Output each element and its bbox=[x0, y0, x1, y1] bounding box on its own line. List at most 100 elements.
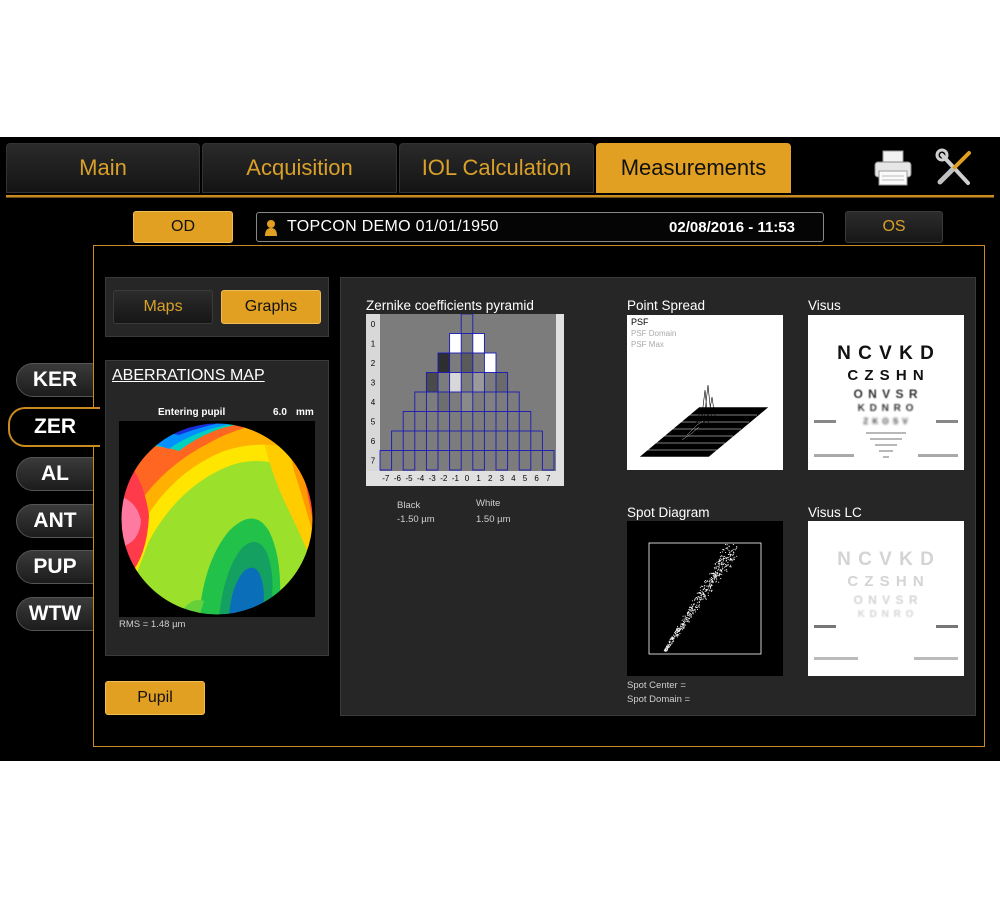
spot-ray bbox=[708, 589, 710, 591]
spot-ray bbox=[681, 627, 683, 629]
spot-ray bbox=[716, 565, 718, 567]
tab-measurements[interactable]: Measurements bbox=[596, 143, 791, 193]
spot-ray bbox=[727, 558, 729, 560]
spot-ray bbox=[693, 599, 696, 601]
zernike-row-label: 0 bbox=[371, 320, 376, 329]
zernike-cell bbox=[437, 352, 451, 373]
sidenav-al[interactable]: AL bbox=[16, 457, 94, 491]
spot-ray bbox=[690, 616, 693, 618]
spot-ray bbox=[721, 561, 723, 563]
spot-ray bbox=[733, 553, 735, 555]
zernike-cell bbox=[460, 391, 474, 412]
point-spread-title: Point Spread bbox=[627, 298, 706, 313]
spot-ray bbox=[711, 590, 713, 592]
spot-ray bbox=[728, 550, 730, 552]
visus-bar-left bbox=[814, 420, 836, 423]
spot-ray bbox=[687, 613, 689, 615]
spot-ray bbox=[703, 581, 706, 583]
spot-ray bbox=[666, 650, 668, 652]
spot-ray bbox=[731, 558, 733, 560]
tools-icon[interactable] bbox=[934, 147, 976, 189]
spot-ray bbox=[716, 573, 718, 575]
spot-ray bbox=[718, 566, 720, 568]
spot-ray bbox=[715, 571, 717, 574]
spot-ray bbox=[710, 572, 712, 574]
spot-ray bbox=[725, 557, 728, 559]
sidenav-pup[interactable]: PUP bbox=[16, 550, 94, 584]
tab-acquisition[interactable]: Acquisition bbox=[202, 143, 397, 193]
spot-ray bbox=[719, 552, 721, 554]
spot-ray bbox=[667, 645, 669, 647]
spot-ray bbox=[707, 594, 709, 597]
graphs-button[interactable]: Graphs bbox=[221, 290, 321, 324]
spot-ray bbox=[699, 598, 701, 600]
spot-ray bbox=[717, 575, 719, 577]
zernike-row-label: 5 bbox=[371, 418, 376, 427]
visus-lc-bar-left bbox=[814, 625, 836, 628]
maps-button[interactable]: Maps bbox=[113, 290, 213, 324]
spot-ray bbox=[707, 592, 709, 594]
spot-ray bbox=[677, 629, 679, 631]
sidenav-zer[interactable]: ZER bbox=[8, 407, 100, 447]
spot-ray bbox=[691, 606, 693, 608]
spot-ray bbox=[698, 596, 700, 598]
spot-ray bbox=[701, 597, 703, 599]
tab-iol-calculation[interactable]: IOL Calculation bbox=[399, 143, 594, 193]
sidenav-wtw[interactable]: WTW bbox=[16, 597, 94, 631]
spot-ray bbox=[706, 585, 708, 587]
spot-ray bbox=[671, 642, 673, 645]
spot-ray bbox=[709, 578, 711, 580]
spot-ray bbox=[699, 586, 701, 588]
zernike-cell bbox=[425, 372, 439, 393]
spot-ray bbox=[731, 554, 733, 556]
sidenav-ant[interactable]: ANT bbox=[16, 504, 94, 538]
spot-ray bbox=[722, 564, 724, 566]
spot-ray bbox=[729, 556, 731, 558]
spot-ray bbox=[721, 571, 723, 573]
zernike-col-label: 5 bbox=[523, 474, 528, 483]
spot-ray bbox=[707, 585, 709, 587]
spot-ray bbox=[728, 546, 730, 548]
spot-ray bbox=[673, 638, 675, 640]
visus-lc-bar-right bbox=[936, 625, 958, 628]
aberrations-map-title: ABERRATIONS MAP bbox=[112, 367, 265, 384]
spot-ray bbox=[736, 546, 738, 548]
spot-ray bbox=[730, 564, 732, 566]
visus-chart-row: C Z S H N bbox=[847, 367, 925, 384]
spot-ray bbox=[724, 543, 727, 545]
tab-main[interactable]: Main bbox=[6, 143, 200, 193]
spot-ray bbox=[734, 549, 736, 551]
spot-ray bbox=[689, 615, 691, 617]
spot-ray bbox=[725, 565, 727, 567]
spot-ray bbox=[674, 635, 676, 637]
os-eye-button[interactable]: OS bbox=[845, 211, 943, 243]
spot-ray bbox=[664, 649, 666, 652]
od-eye-button[interactable]: OD bbox=[133, 211, 233, 243]
spot-ray bbox=[686, 618, 688, 621]
spot-ray bbox=[683, 626, 685, 628]
spot-ray bbox=[683, 620, 685, 622]
spot-ray bbox=[672, 634, 675, 636]
spot-ray bbox=[681, 629, 683, 631]
pupil-button[interactable]: Pupil bbox=[105, 681, 205, 715]
spot-ray bbox=[677, 631, 679, 633]
spot-ray bbox=[736, 555, 738, 557]
spot-ray bbox=[716, 561, 718, 563]
spot-ray bbox=[688, 614, 690, 616]
white-value: 1.50 µm bbox=[476, 514, 511, 525]
spot-ray bbox=[711, 580, 713, 582]
sidenav-ker[interactable]: KER bbox=[16, 363, 94, 397]
visus-chart-row: N C V K D bbox=[837, 343, 935, 364]
zernike-cell bbox=[449, 372, 462, 393]
printer-icon[interactable] bbox=[872, 147, 914, 189]
aberration-map-plot bbox=[119, 421, 315, 617]
zernike-title: Zernike coefficients pyramid bbox=[366, 298, 534, 313]
zernike-cell bbox=[495, 372, 509, 393]
zernike-cell bbox=[483, 352, 497, 373]
spot-ray bbox=[699, 589, 702, 591]
spot-ray bbox=[664, 648, 666, 651]
spot-ray bbox=[709, 573, 711, 575]
spot-ray bbox=[707, 588, 709, 591]
spot-ray bbox=[731, 560, 733, 562]
spot-ray bbox=[724, 566, 726, 568]
